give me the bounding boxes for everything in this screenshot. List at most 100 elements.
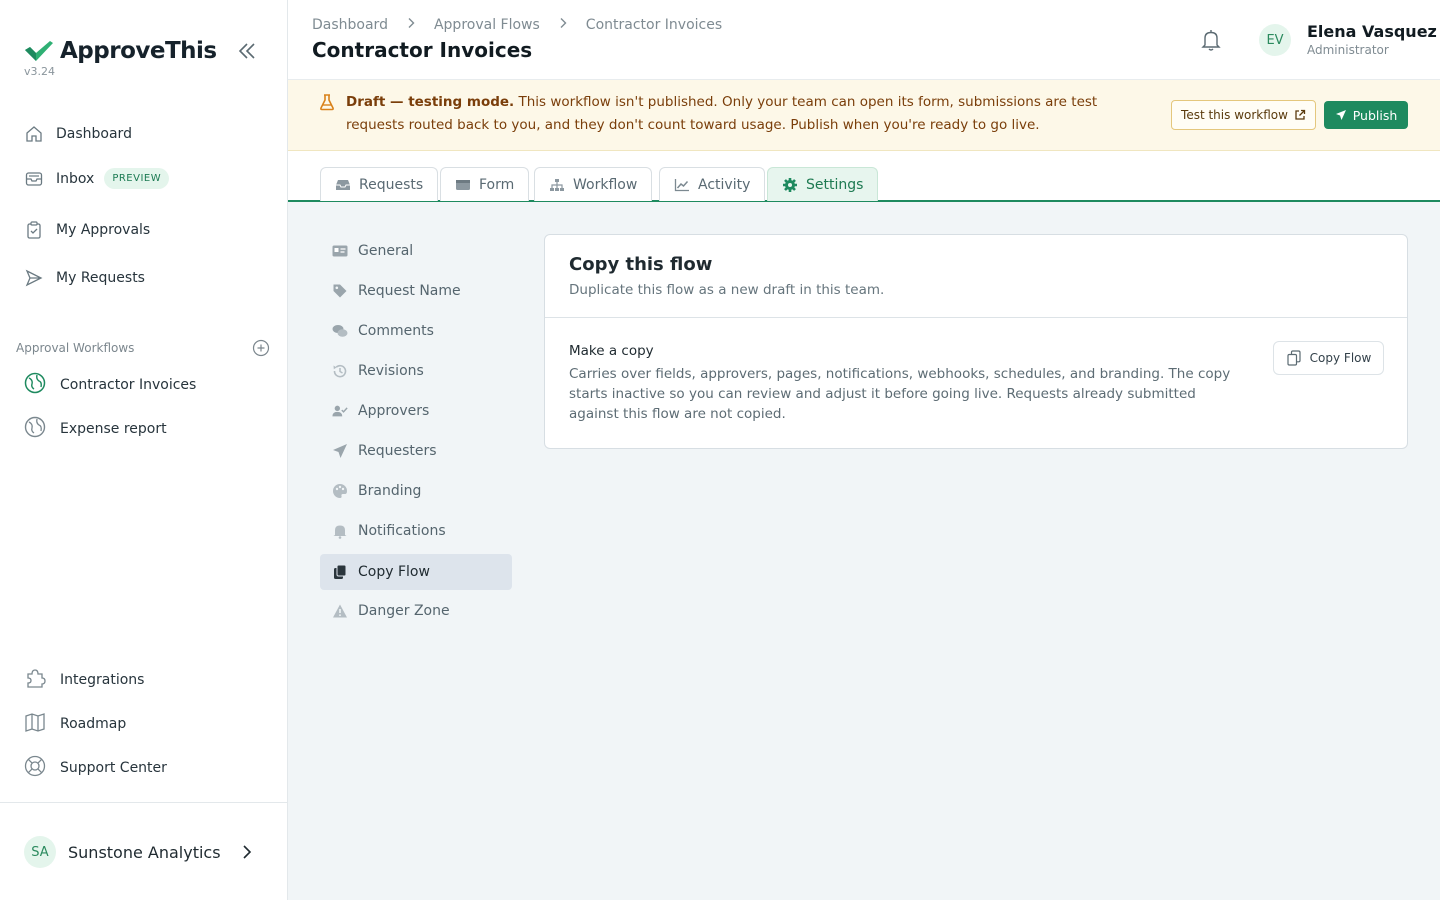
settings-nav-label: Revisions (358, 363, 424, 379)
banner-strong: Draft — testing mode. (346, 94, 515, 110)
puzzle-icon (24, 667, 46, 693)
breadcrumb-approval-flows[interactable]: Approval Flows (434, 17, 540, 33)
publish-label: Publish (1352, 107, 1398, 123)
inbox-icon (24, 169, 44, 189)
breadcrumb: Dashboard Approval Flows Contractor Invo… (312, 17, 722, 33)
settings-nav-request-name[interactable]: Request Name (320, 273, 512, 309)
add-workflow-icon[interactable] (252, 339, 270, 357)
settings-nav-label: Copy Flow (358, 564, 430, 580)
settings-nav-general[interactable]: General (320, 233, 512, 269)
tab-label: Form (479, 176, 515, 193)
user-check-icon (332, 403, 348, 419)
nav-integrations[interactable]: Integrations (24, 667, 144, 693)
chevron-right-icon (242, 845, 251, 859)
history-icon (332, 363, 348, 379)
copy-flow-card: Copy this flow Duplicate this flow as a … (544, 234, 1408, 449)
card-title: Copy this flow (569, 254, 713, 275)
organization-switcher[interactable]: SA Sunstone Analytics (24, 836, 255, 868)
org-name: Sunstone Analytics (68, 842, 221, 862)
copy-flow-button[interactable]: Copy Flow (1273, 341, 1384, 375)
nav-inbox[interactable]: Inbox PREVIEW (24, 168, 170, 189)
nav-my-approvals[interactable]: My Approvals (24, 220, 150, 240)
tag-icon (332, 283, 348, 299)
nav-label: My Approvals (56, 222, 151, 238)
bell-icon (332, 523, 348, 539)
globe-icon (24, 372, 46, 398)
tab-requests[interactable]: Requests (320, 167, 439, 201)
page-title: Contractor Invoices (312, 38, 533, 62)
user-avatar[interactable]: EV (1259, 24, 1291, 56)
app-logo[interactable]: ApproveThis (24, 38, 217, 64)
notifications-bell-icon[interactable] (1200, 28, 1222, 52)
settings-nav-comments[interactable]: Comments (320, 313, 512, 349)
copy-flow-label: Copy Flow (1309, 351, 1372, 365)
palette-icon (332, 483, 348, 499)
tab-settings[interactable]: Settings (767, 167, 879, 201)
nav-label: Support Center (60, 760, 167, 776)
nav-label: Dashboard (56, 126, 132, 142)
settings-nav-label: Branding (358, 483, 422, 499)
settings-nav-label: Comments (358, 323, 434, 339)
nav-dashboard[interactable]: Dashboard (24, 124, 132, 144)
settings-nav-copy-flow[interactable]: Copy Flow (320, 554, 512, 590)
make-copy-title: Make a copy (569, 343, 654, 359)
gear-icon (783, 177, 797, 192)
home-icon (24, 124, 44, 144)
settings-nav-approvers[interactable]: Approvers (320, 393, 512, 429)
sidebar: ApproveThis v3.24 Dashboard Inbox PREVIE… (0, 0, 288, 900)
settings-nav-label: Request Name (358, 283, 461, 299)
settings-nav-notifications[interactable]: Notifications (320, 513, 512, 549)
comments-icon (332, 323, 348, 339)
chevron-right-icon (558, 17, 568, 33)
sitemap-icon (550, 178, 564, 191)
logo-check-icon (25, 41, 53, 61)
settings-main: General Request Name Comments Revisions … (288, 202, 1440, 900)
nav-label: Roadmap (60, 716, 127, 732)
tab-form[interactable]: Form (440, 167, 530, 201)
paper-plane-icon (1335, 110, 1346, 120)
copy-icon (332, 564, 348, 580)
settings-nav-branding[interactable]: Branding (320, 473, 512, 509)
user-name[interactable]: Elena Vasquez (1307, 22, 1437, 41)
sidebar-divider (0, 802, 287, 803)
collapse-sidebar-icon[interactable] (236, 40, 258, 62)
breadcrumb-current: Contractor Invoices (585, 17, 723, 33)
settings-nav-revisions[interactable]: Revisions (320, 353, 512, 389)
workflow-contractor-invoices[interactable]: Contractor Invoices (24, 372, 196, 398)
nav-label: My Requests (56, 270, 145, 286)
app-name: ApproveThis (60, 38, 217, 64)
breadcrumb-dashboard[interactable]: Dashboard (312, 17, 388, 33)
user-role: Administrator (1307, 43, 1389, 57)
chart-line-icon (674, 178, 689, 191)
nav-my-requests[interactable]: My Requests (24, 268, 145, 288)
settings-nav-requesters[interactable]: Requesters (320, 433, 512, 469)
globe-icon (24, 416, 46, 442)
tab-workflow[interactable]: Workflow (534, 167, 653, 201)
test-workflow-button[interactable]: Test this workflow (1171, 100, 1316, 130)
make-copy-description: Carries over fields, approvers, pages, n… (569, 366, 1231, 422)
settings-nav-label: Requesters (358, 443, 437, 459)
draft-banner: Draft — testing mode. This workflow isn'… (288, 80, 1440, 151)
settings-nav-label: Notifications (358, 523, 446, 539)
nav-roadmap[interactable]: Roadmap (24, 711, 126, 737)
publish-button[interactable]: Publish (1324, 101, 1408, 129)
nav-label: Inbox (56, 170, 95, 187)
id-card-icon (332, 243, 348, 259)
settings-nav-danger-zone[interactable]: Danger Zone (320, 593, 512, 629)
paper-plane-icon (332, 443, 348, 459)
form-icon (456, 179, 470, 190)
chevron-right-icon (406, 17, 416, 33)
banner-message: Draft — testing mode. This workflow isn'… (346, 91, 1146, 137)
workflow-label: Contractor Invoices (60, 377, 197, 393)
card-subtitle: Duplicate this flow as a new draft in th… (569, 282, 885, 298)
tab-activity[interactable]: Activity (659, 167, 766, 201)
org-avatar: SA (24, 836, 56, 868)
clipboard-check-icon (24, 220, 44, 240)
top-header: Dashboard Approval Flows Contractor Invo… (288, 0, 1440, 80)
workflow-expense-report[interactable]: Expense report (24, 416, 167, 442)
nav-label: Integrations (60, 672, 145, 688)
settings-nav-label: Approvers (358, 403, 430, 419)
settings-nav-label: General (358, 243, 414, 259)
inbox-icon (336, 179, 350, 190)
nav-support-center[interactable]: Support Center (24, 755, 167, 781)
